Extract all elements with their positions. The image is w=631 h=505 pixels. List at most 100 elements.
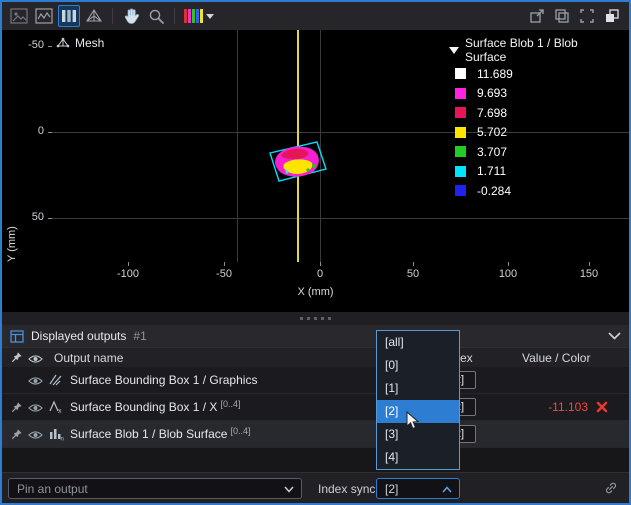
pin-icon (10, 351, 23, 364)
link-icon[interactable] (604, 481, 618, 495)
mesh-view-button[interactable] (83, 5, 105, 27)
index-sync-combobox[interactable]: [2] (376, 478, 460, 499)
dropdown-item-selected[interactable]: [2] (377, 400, 459, 423)
palette-button[interactable] (182, 5, 216, 27)
legend-value: 9.693 (477, 86, 507, 100)
eye-icon (28, 376, 43, 386)
visibility-toggle[interactable] (28, 376, 43, 386)
panel-badge: #1 (133, 329, 146, 343)
legend-collapse-icon[interactable] (449, 47, 459, 54)
legend-color-swatch (455, 146, 466, 157)
output-row[interactable]: Surface Bounding Box 1 / Graphics [2] (2, 367, 629, 394)
pin-toggle[interactable] (10, 428, 23, 441)
visibility-all-button[interactable] (28, 353, 43, 367)
x-tick-label: 100 (488, 268, 528, 280)
legend-entry: 5.702 (449, 123, 619, 143)
x-tick-label: 0 (300, 268, 340, 280)
zoom-tool-button[interactable] (145, 5, 167, 27)
x-tick-label: -50 (204, 268, 244, 280)
surface-view-icon (60, 8, 78, 24)
panel-collapse-button[interactable] (608, 332, 621, 340)
y-tick-label: 50 (16, 211, 44, 223)
toolbar-separator (112, 8, 113, 24)
legend-value: -0.284 (477, 184, 511, 198)
eye-icon (28, 403, 43, 413)
pin-all-button[interactable] (10, 351, 23, 367)
pin-output-combobox[interactable] (8, 478, 302, 499)
x-tick-mark (413, 262, 414, 266)
x-tick-label: 150 (569, 268, 609, 280)
image-view-button[interactable] (8, 5, 30, 27)
pin-toggle[interactable] (10, 401, 23, 414)
dropdown-item[interactable]: [all] (377, 331, 459, 354)
pin-icon (10, 428, 23, 441)
pan-tool-button[interactable] (120, 5, 142, 27)
y-tick-label: 0 (16, 125, 44, 137)
footer-bar: Index sync [2] (2, 472, 629, 503)
displayed-outputs-icon (10, 330, 24, 343)
panel-splitter[interactable] (2, 312, 629, 325)
index-sync-dropdown: [all] [0] [1] [2] [3] [4] (376, 330, 460, 470)
plot-canvas[interactable]: Mesh Y (mm) -50 0 50 -100 -50 0 50 100 1… (2, 30, 629, 312)
y-tick-mark (48, 46, 52, 47)
window-layout-button[interactable] (601, 5, 623, 27)
output-row[interactable]: n Surface Blob 1 / Blob Surface[0..4] [2… (2, 421, 629, 448)
x-tick-mark (508, 262, 509, 266)
visibility-toggle[interactable] (28, 430, 43, 440)
legend-value: 7.698 (477, 106, 507, 120)
chevron-down-icon[interactable] (284, 486, 294, 493)
pop-out-icon (529, 8, 545, 24)
toolbar-separator (174, 8, 175, 24)
output-value: -11.103 (526, 400, 588, 414)
x-tick-mark (320, 262, 321, 266)
output-name: Surface Bounding Box 1 / Graphics (70, 373, 260, 387)
zoom-icon (148, 8, 165, 25)
x-tick-label: -100 (108, 268, 148, 280)
output-name: Surface Blob 1 / Blob Surface[0..4] (70, 427, 250, 441)
legend-color-swatch (455, 166, 466, 177)
app-window: Mesh Y (mm) -50 0 50 -100 -50 0 50 100 1… (0, 0, 631, 505)
legend-value: 5.702 (477, 125, 507, 139)
blob-surface-icon: n (48, 427, 64, 441)
eye-icon (28, 430, 43, 440)
legend-value: 3.707 (477, 145, 507, 159)
remove-output-button[interactable] (596, 401, 608, 413)
y-tick-mark (48, 218, 52, 219)
legend-value: 1.711 (477, 164, 506, 178)
visibility-toggle[interactable] (28, 403, 43, 413)
svg-text:x: x (58, 408, 62, 414)
image-view-icon (10, 8, 28, 24)
output-row[interactable]: x Surface Bounding Box 1 / X[0..4] [2] -… (2, 394, 629, 421)
profile-view-button[interactable] (33, 5, 55, 27)
close-icon (596, 401, 608, 413)
index-sync-value: [2] (385, 482, 398, 496)
gridline (237, 30, 238, 262)
chevron-up-icon[interactable] (442, 486, 452, 493)
profile-view-icon (35, 8, 53, 24)
x-tick-mark (128, 262, 129, 266)
index-sync-label: Index sync (318, 482, 375, 496)
chevron-down-icon (206, 14, 214, 19)
chevron-down-icon (608, 332, 621, 340)
pin-icon (10, 401, 23, 414)
duplicate-view-button[interactable] (551, 5, 573, 27)
mesh-view-icon (85, 8, 103, 24)
dropdown-item[interactable]: [1] (377, 377, 459, 400)
view-mode-label: Mesh (56, 36, 104, 50)
graphics-output-icon (48, 373, 64, 387)
dropdown-item[interactable]: [0] (377, 354, 459, 377)
legend-entry: 1.711 (449, 162, 619, 182)
fullscreen-icon (579, 8, 595, 24)
x-axis-label: X (mm) (2, 286, 629, 298)
legend-entry: 7.698 (449, 103, 619, 123)
pop-out-view-button[interactable] (526, 5, 548, 27)
dropdown-item[interactable]: [4] (377, 446, 459, 469)
dropdown-item[interactable]: [3] (377, 423, 459, 446)
legend-entry: 11.689 (449, 64, 619, 84)
mesh-icon (56, 37, 70, 49)
legend-value: 11.689 (477, 67, 513, 81)
pin-output-input[interactable] (9, 479, 301, 498)
output-name: Surface Bounding Box 1 / X[0..4] (70, 400, 240, 414)
surface-view-button[interactable] (58, 5, 80, 27)
fullscreen-button[interactable] (576, 5, 598, 27)
